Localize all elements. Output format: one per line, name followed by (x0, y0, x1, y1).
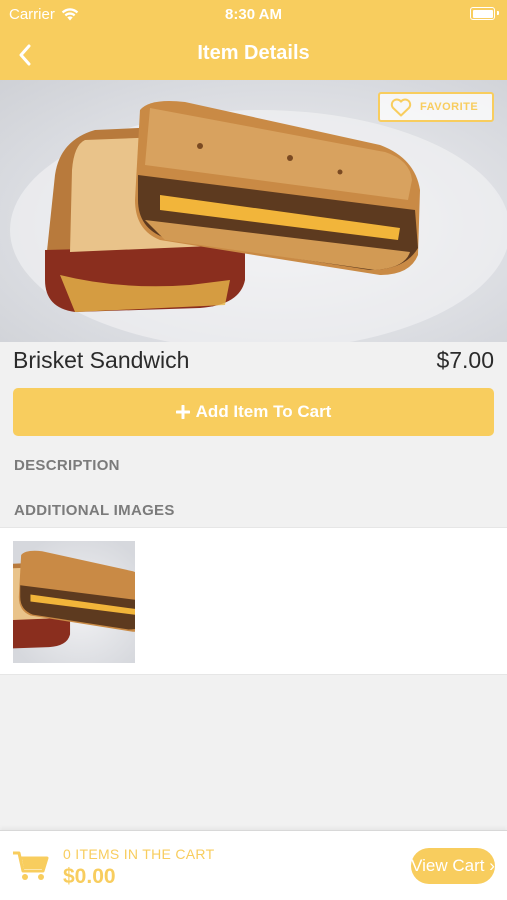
status-time: 8:30 AM (225, 6, 282, 23)
plus-icon (175, 405, 190, 419)
shopping-cart-icon[interactable] (12, 850, 50, 882)
add-to-cart-label: Add Item To Cart (195, 402, 332, 421)
add-to-cart-button[interactable]: Add Item To Cart (13, 388, 494, 436)
additional-images-panel (0, 527, 507, 675)
additional-images-header: ADDITIONAL IMAGES (14, 502, 175, 519)
view-cart-button[interactable]: View Cart › (411, 848, 495, 884)
additional-image-thumbnail[interactable] (13, 541, 135, 663)
view-cart-label: View Cart › (411, 856, 495, 875)
page-title: Item Details (197, 42, 310, 64)
battery-icon (470, 7, 499, 20)
favorite-button[interactable]: FAVORITE (378, 92, 494, 122)
heart-outline-icon (390, 98, 412, 116)
favorite-label: FAVORITE (420, 101, 479, 113)
sandwich-thumbnail-photo (13, 550, 135, 649)
description-header: DESCRIPTION (14, 457, 120, 474)
navigation-bar: Item Details (0, 30, 507, 80)
item-price: $7.00 (436, 347, 494, 373)
cart-total: $0.00 (63, 865, 116, 888)
item-name: Brisket Sandwich (13, 347, 190, 373)
cart-item-count: 0 ITEMS IN THE CART (63, 846, 215, 862)
cart-footer: 0 ITEMS IN THE CART $0.00 View Cart › (0, 830, 507, 900)
status-bar: Carrier 8:30 AM (0, 0, 507, 30)
